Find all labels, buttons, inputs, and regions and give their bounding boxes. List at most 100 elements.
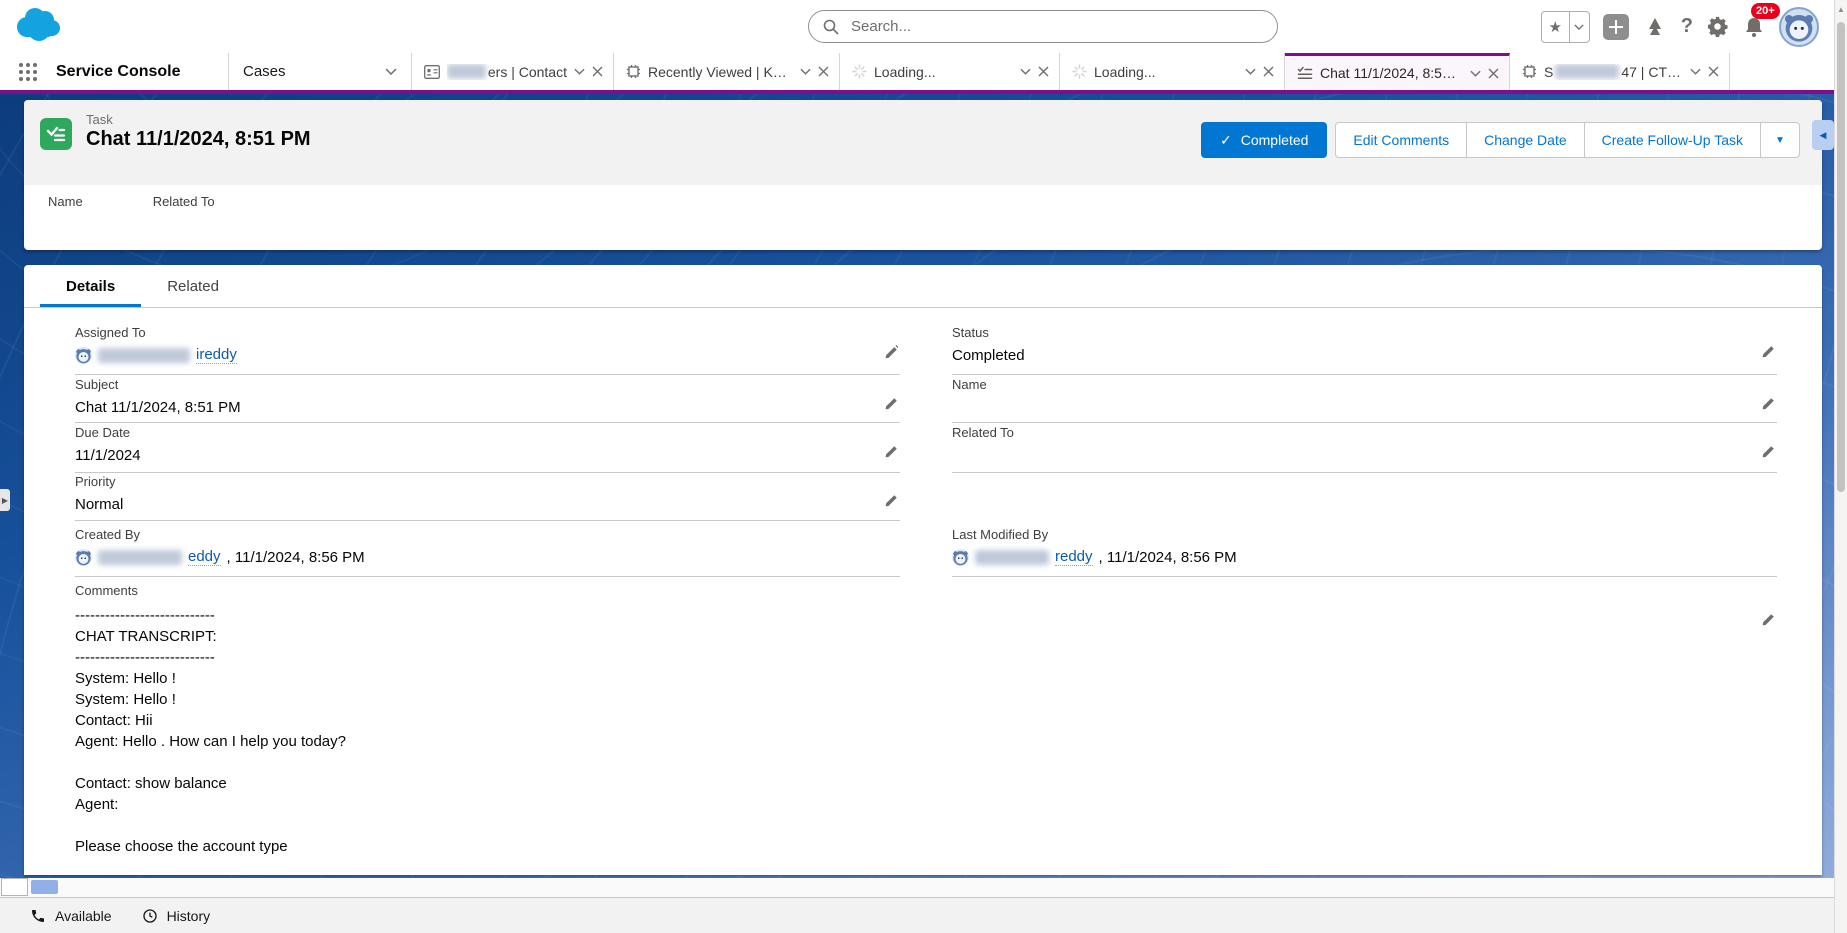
blurred-text <box>447 64 486 79</box>
created-by-link[interactable]: eddy <box>188 548 221 566</box>
highlight-field-related-to: Related To <box>153 194 215 209</box>
chevron-down-icon[interactable] <box>800 68 811 75</box>
utility-phone-available[interactable]: Available <box>30 908 112 924</box>
record-highlights-card: Task Chat 11/1/2024, 8:51 PM ✓ Completed… <box>24 100 1822 250</box>
tab-details[interactable]: Details <box>40 265 141 307</box>
user-avatar[interactable] <box>1779 7 1819 47</box>
task-icon <box>1297 66 1313 80</box>
chevron-down-icon[interactable] <box>1690 68 1701 75</box>
close-icon[interactable] <box>1488 68 1499 79</box>
workspace-tab-record[interactable]: S 47 | CT… <box>1510 53 1730 90</box>
collapse-panel-button[interactable]: ◀ <box>1812 120 1834 150</box>
tab-label-prefix: S <box>1544 64 1553 80</box>
tab-label: ers | Contact <box>488 64 567 80</box>
create-follow-up-task-button[interactable]: Create Follow-Up Task <box>1585 123 1761 157</box>
edit-pencil-icon[interactable] <box>884 345 898 359</box>
close-icon[interactable] <box>592 66 603 77</box>
app-name: Service Console <box>56 53 228 90</box>
avatar <box>75 347 92 364</box>
field-name: Name <box>952 377 1777 423</box>
notification-count-badge: 20+ <box>1751 3 1780 19</box>
record-actions: ✓ Completed Edit Comments Change Date Cr… <box>1201 122 1800 158</box>
console-nav-bar: Service Console Cases ers | Contact <box>0 53 1847 94</box>
edit-pencil-icon[interactable] <box>1761 445 1775 459</box>
close-icon[interactable] <box>1038 66 1049 77</box>
record-icon <box>1522 64 1537 79</box>
favorite-star-icon[interactable]: ★ <box>1542 12 1570 42</box>
utility-bar: Available History <box>0 897 1847 933</box>
tab-label: 47 | CT… <box>1621 64 1681 80</box>
global-search[interactable] <box>808 10 1278 43</box>
close-icon[interactable] <box>818 66 829 77</box>
entity-label: Task <box>86 112 113 127</box>
record-detail-card: Details Related Assigned To ireddy <box>24 265 1822 875</box>
global-actions-plus-icon[interactable] <box>1603 14 1629 40</box>
more-actions-dropdown-icon[interactable]: ▼ <box>1761 123 1799 157</box>
search-icon <box>823 19 839 35</box>
field-created-by: Created By eddy , 11/1/2024, 8:56 PM <box>75 527 900 577</box>
last-modified-datetime: , 11/1/2024, 8:56 PM <box>1099 549 1237 566</box>
notifications-bell-icon[interactable]: 20+ <box>1742 15 1766 39</box>
field-due-date: Due Date 11/1/2024 <box>75 425 900 473</box>
history-icon <box>142 908 158 924</box>
vertical-scrollbar[interactable]: ▲ <box>1834 0 1847 933</box>
field-comments: Comments ---------------------------- CH… <box>75 583 1777 857</box>
close-icon[interactable] <box>1263 66 1274 77</box>
scrollbar-thumb[interactable] <box>31 880 58 894</box>
app-launcher-icon[interactable] <box>0 53 56 90</box>
scrollbar-thumb[interactable] <box>1837 22 1845 492</box>
field-subject: Subject Chat 11/1/2024, 8:51 PM <box>75 377 900 423</box>
avatar <box>952 549 969 566</box>
setup-gear-icon[interactable] <box>1706 15 1729 38</box>
edit-comments-button[interactable]: Edit Comments <box>1336 123 1467 157</box>
scrollbar-left-button[interactable] <box>1 878 28 896</box>
favorites-button-group: ★ <box>1541 11 1590 43</box>
action-button-group: Edit Comments Change Date Create Follow-… <box>1335 122 1800 158</box>
edit-pencil-icon[interactable] <box>1761 613 1775 627</box>
blurred-text <box>1555 64 1619 79</box>
chevron-down-icon[interactable] <box>1020 68 1031 75</box>
chevron-down-icon[interactable] <box>1470 70 1481 77</box>
tab-label: Chat 11/1/2024, 8:5… <box>1320 65 1463 81</box>
workspace-tab-recently-viewed[interactable]: Recently Viewed | K… <box>614 53 840 90</box>
workspace-tab-loading-2[interactable]: Loading... <box>1060 53 1285 90</box>
comments-text: ---------------------------- CHAT TRANSC… <box>75 605 1777 857</box>
detail-tab-bar: Details Related <box>24 265 1822 308</box>
workspace-tab-contact[interactable]: ers | Contact <box>412 53 614 90</box>
blurred-text <box>98 550 182 565</box>
chevron-down-icon[interactable] <box>1245 68 1256 75</box>
horizontal-scrollbar[interactable] <box>0 878 1835 897</box>
expand-left-panel-button[interactable]: ▶ <box>0 489 10 511</box>
scrollbar-up-arrow[interactable]: ▲ <box>1837 5 1845 14</box>
change-date-button[interactable]: Change Date <box>1467 123 1585 157</box>
last-modified-by-link[interactable]: reddy <box>1055 548 1093 566</box>
tab-related[interactable]: Related <box>141 265 245 307</box>
edit-pencil-icon[interactable] <box>884 494 898 508</box>
chevron-down-icon[interactable] <box>574 68 585 75</box>
edit-pencil-icon[interactable] <box>884 397 898 411</box>
global-header: ★ ? 20+ <box>0 0 1847 53</box>
spinner-icon <box>1072 64 1087 79</box>
favorites-dropdown-icon[interactable] <box>1570 12 1589 42</box>
help-icon[interactable]: ? <box>1681 15 1693 38</box>
assigned-to-link[interactable]: ireddy <box>196 346 237 364</box>
phone-icon <box>30 908 46 924</box>
edit-pencil-icon[interactable] <box>1761 397 1775 411</box>
edit-pencil-icon[interactable] <box>1761 345 1775 359</box>
object-tab-cases[interactable]: Cases <box>228 53 412 90</box>
trailhead-icon[interactable] <box>1642 15 1668 39</box>
workspace-tab-loading-1[interactable]: Loading... <box>840 53 1060 90</box>
record-title: Chat 11/1/2024, 8:51 PM <box>86 128 311 151</box>
blurred-text <box>98 348 190 363</box>
close-icon[interactable] <box>1708 66 1719 77</box>
mark-complete-button[interactable]: ✓ Completed <box>1201 122 1327 158</box>
search-input[interactable] <box>849 17 1263 36</box>
created-datetime: , 11/1/2024, 8:56 PM <box>227 549 365 566</box>
chevron-down-icon[interactable] <box>385 68 397 75</box>
utility-history[interactable]: History <box>142 908 211 924</box>
contact-icon <box>424 65 440 79</box>
task-entity-icon <box>40 118 72 150</box>
salesforce-logo-icon <box>14 5 62 47</box>
workspace-tab-chat-task[interactable]: Chat 11/1/2024, 8:5… <box>1285 53 1510 90</box>
edit-pencil-icon[interactable] <box>884 445 898 459</box>
